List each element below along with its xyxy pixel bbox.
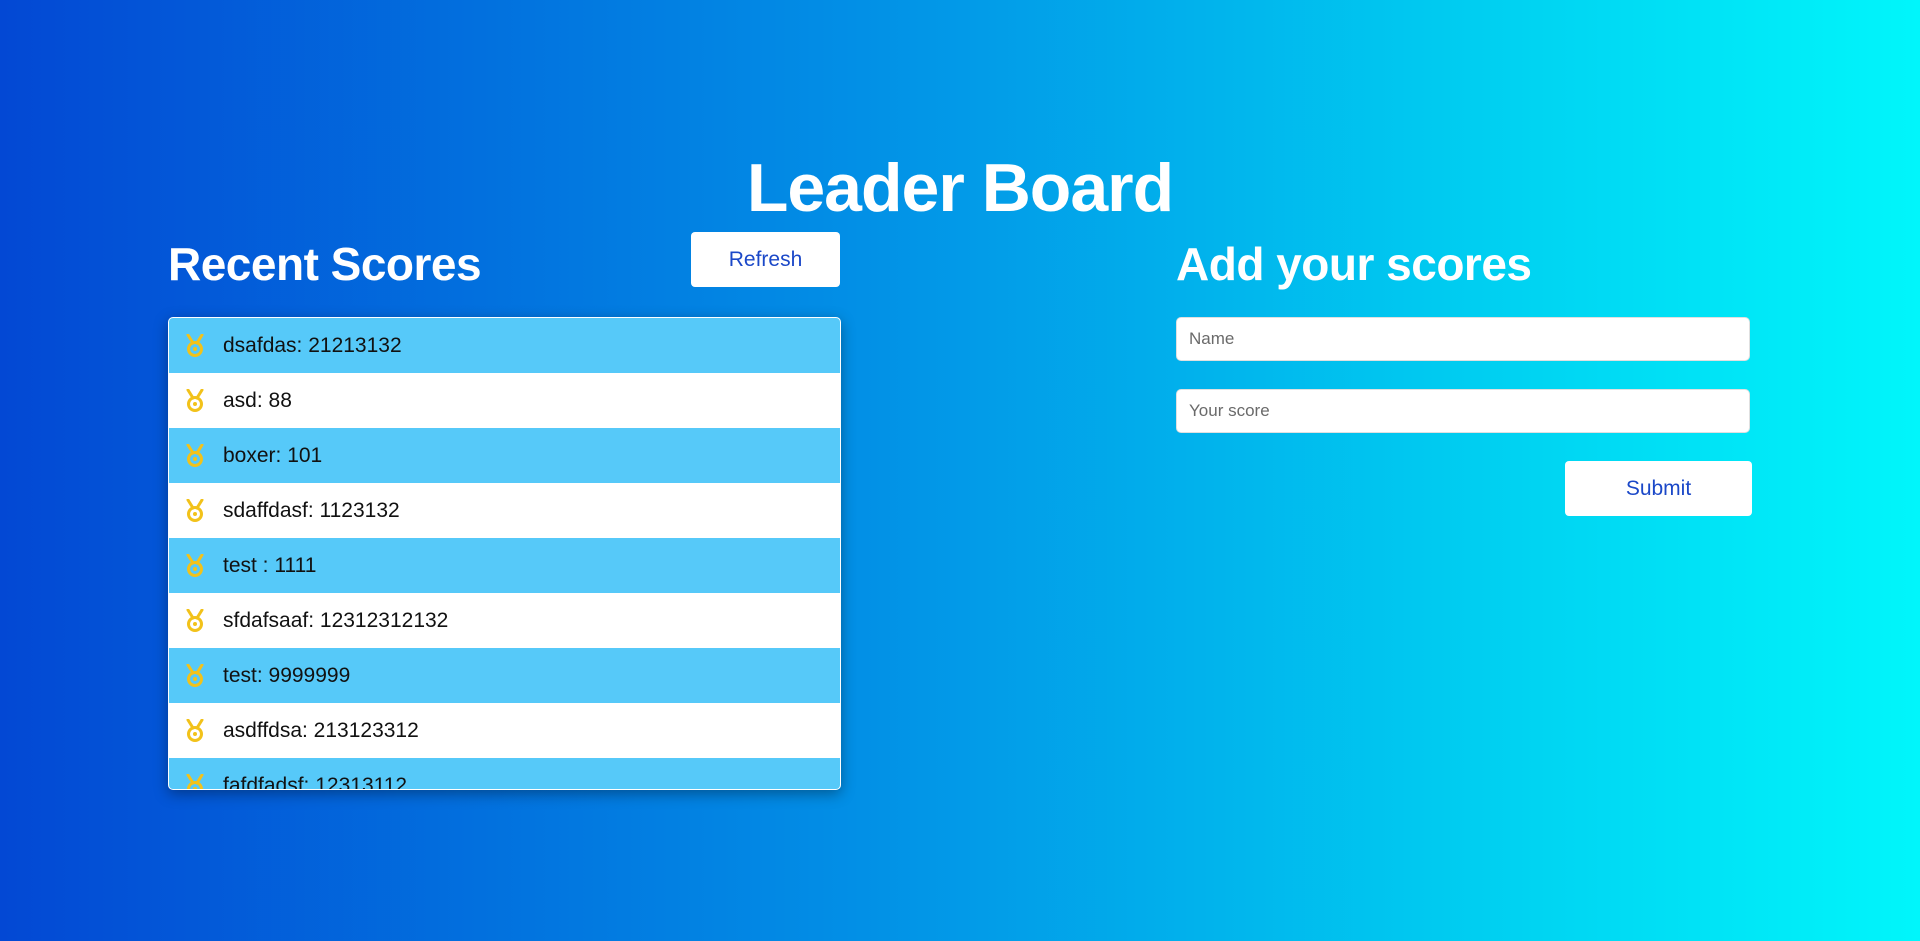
medal-icon [181,717,209,745]
submit-button[interactable]: Submit [1565,461,1752,516]
recent-scores-title: Recent Scores [168,238,482,290]
score-entry-text: sfdafsaaf: 12312312132 [223,608,449,632]
medal-icon [181,442,209,470]
page-title: Leader Board [746,149,1174,226]
list-item: sdaffdasf: 1123132 [169,483,840,538]
medal-icon [181,497,209,525]
medal-icon [181,387,209,415]
medal-icon [181,772,209,789]
list-item: asd: 88 [169,373,840,428]
list-item: asdffdsa: 213123312 [169,703,840,758]
score-entry-text: test: 9999999 [223,663,351,687]
score-entry-text: fafdfadsf: 12313112 [223,773,408,790]
score-entry-text: dsafdas: 21213132 [223,333,402,357]
name-input[interactable] [1176,317,1750,361]
list-item: dsafdas: 21213132 [169,318,840,373]
refresh-button[interactable]: Refresh [691,232,840,287]
score-entry-text: test : 1111 [223,553,317,577]
score-entry-text: sdaffdasf: 1123132 [223,498,400,522]
score-entry-text: boxer: 101 [223,443,323,467]
score-entry-text: asd: 88 [223,388,292,412]
medal-icon [181,662,209,690]
medal-icon [181,552,209,580]
medal-icon [181,332,209,360]
add-scores-title: Add your scores [1176,238,1532,290]
list-item: boxer: 101 [169,428,840,483]
score-entry-text: asdffdsa: 213123312 [223,718,419,742]
score-list[interactable]: dsafdas: 21213132 asd: 88 boxer: 101 sdaffd… [168,317,841,790]
medal-icon [181,607,209,635]
list-item: sfdafsaaf: 12312312132 [169,593,840,648]
list-item: test: 9999999 [169,648,840,703]
list-item: test : 1111 [169,538,840,593]
score-input[interactable] [1176,389,1750,433]
list-item: fafdfadsf: 12313112 [169,758,840,790]
